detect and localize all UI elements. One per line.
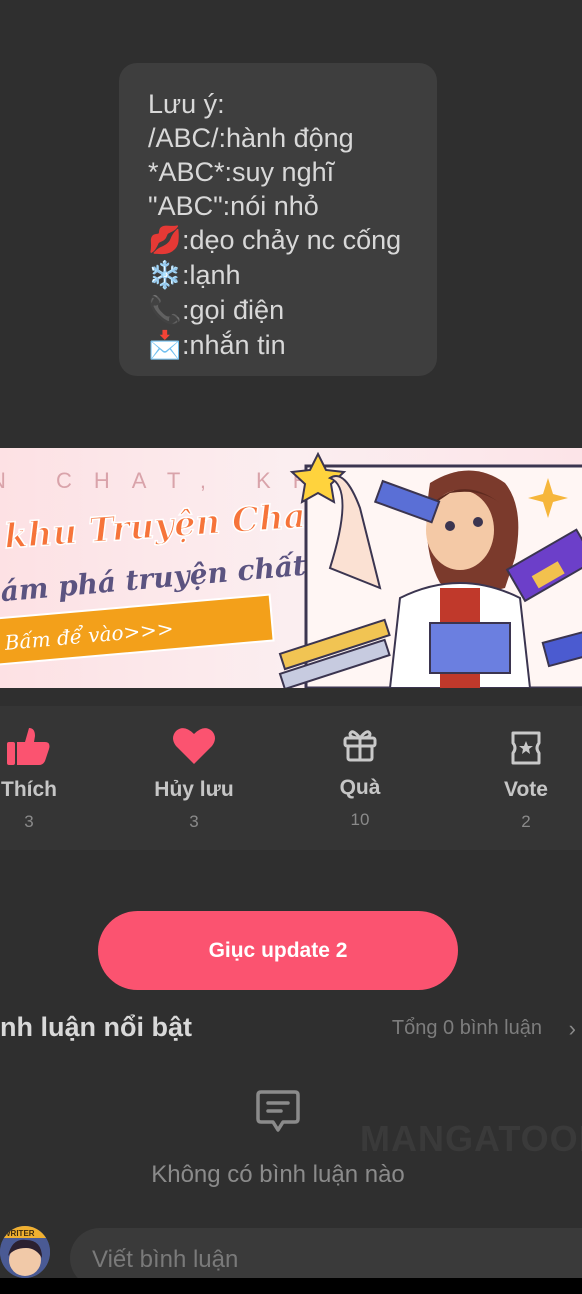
no-comments-text: Không có bình luận nào	[151, 1161, 405, 1188]
like-button[interactable]: Thích 3	[0, 706, 58, 832]
unsave-count: 3	[189, 812, 199, 831]
featured-comments-header[interactable]: nh luận nổi bật Tổng 0 bình luận ›	[0, 990, 582, 1068]
note-line: 💋:dẹo chảy nc cống	[148, 225, 402, 256]
snowflake-icon: ❄️	[148, 260, 182, 291]
like-label: Thích	[1, 778, 57, 801]
avatar[interactable]: WRITER	[0, 1226, 50, 1278]
note-line: /ABC/:hành động	[148, 123, 354, 153]
note-line: 📩:nhắn tin	[148, 330, 286, 361]
system-nav-bar	[0, 1278, 582, 1294]
author-note-card: Lưu ý: /ABC/:hành động *ABC*:suy nghĩ "A…	[119, 63, 437, 376]
note-line: Lưu ý:	[148, 89, 225, 119]
vote-button[interactable]: Vote 2	[486, 706, 566, 832]
unsave-button[interactable]: Hủy lưu 3	[140, 706, 248, 832]
note-line: 📞:gọi điện	[148, 295, 285, 326]
mangatoon-watermark: MANGATOON	[360, 1118, 582, 1159]
urge-update-button[interactable]: Giục update 2	[98, 911, 458, 990]
gift-label: Quà	[339, 776, 381, 799]
gift-button[interactable]: Quà 10	[320, 706, 400, 830]
action-bar: Thích 3 Hủy lưu 3 Quà 10 Vote 2	[0, 706, 582, 850]
chevron-right-icon: ›	[568, 1016, 576, 1041]
vote-label: Vote	[504, 778, 548, 801]
banner-art: N CHAT, KHÁM PH khu Truyện Chat, ám phá …	[0, 448, 582, 688]
phone-icon: 📞	[148, 295, 182, 326]
comment-icon	[255, 1088, 301, 1139]
note-line: "ABC":nói nhỏ	[148, 191, 319, 221]
featured-comments-title: nh luận nổi bật	[0, 1012, 192, 1042]
ticket-icon	[486, 706, 566, 766]
heart-icon	[140, 706, 248, 766]
unsave-label: Hủy lưu	[154, 778, 234, 801]
lips-icon: 💋	[148, 225, 182, 256]
gift-count: 10	[350, 810, 370, 829]
note-line: ❄️:lạnh	[148, 260, 241, 291]
note-line: *ABC*:suy nghĩ	[148, 157, 335, 187]
chat-story-banner[interactable]: N CHAT, KHÁM PH khu Truyện Chat, ám phá …	[0, 448, 582, 688]
gift-icon	[320, 706, 400, 762]
thumbs-up-icon	[0, 706, 58, 766]
comments-total: Tổng 0 bình luận	[391, 1017, 542, 1039]
like-count: 3	[24, 812, 34, 831]
vote-count: 2	[521, 812, 531, 831]
writer-badge: WRITER	[3, 1229, 35, 1238]
envelope-icon: 📩	[148, 330, 182, 361]
